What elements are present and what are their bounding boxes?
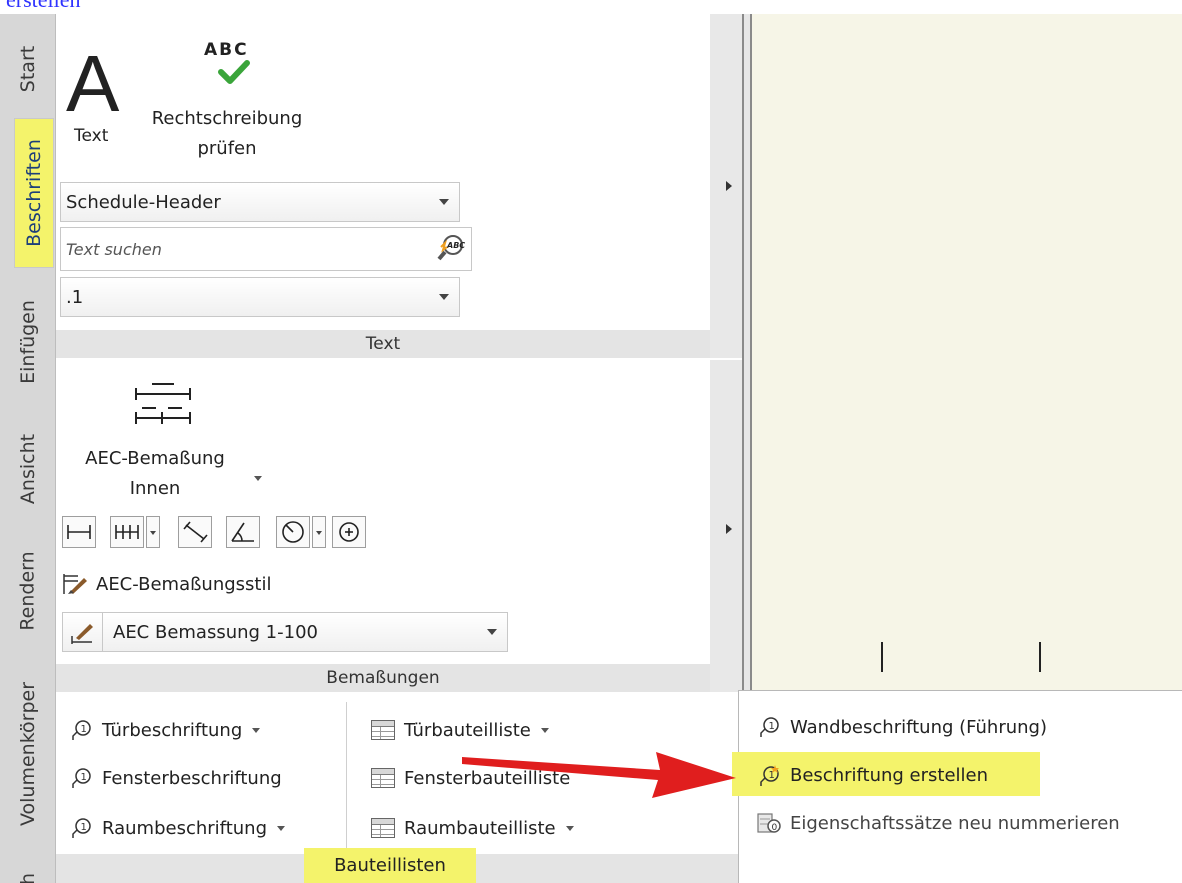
svg-text:1: 1 — [769, 721, 775, 732]
door-tag-button[interactable]: 1 Türbeschriftung — [68, 714, 261, 746]
aec-dimension-style-button[interactable]: AEC-Bemaßungsstil — [62, 568, 272, 600]
baseline-dimension-button[interactable] — [110, 516, 144, 548]
aligned-dimension-button[interactable] — [178, 516, 212, 548]
chevron-down-icon — [565, 825, 574, 831]
aec-dimension-button[interactable]: AEC-Bemaßung Innen — [70, 374, 270, 504]
dimension-panel-title: Bemaßungen — [56, 664, 710, 692]
tab-volumenkoerper[interactable]: Volumenkörper — [0, 654, 56, 854]
window-tag-label: Fensterbeschriftung — [102, 767, 282, 789]
dimension-style-combo[interactable]: AEC Bemassung 1-100 — [62, 612, 508, 652]
door-schedule-label: Türbauteilliste — [404, 719, 531, 741]
door-tag-label: Türbeschriftung — [102, 719, 243, 741]
spell-abc-icon: ABC — [204, 40, 249, 60]
chevron-down-icon — [439, 294, 449, 300]
tab-start[interactable]: Start — [0, 24, 56, 114]
spellcheck-label: Rechtschreibung prüfen — [151, 108, 303, 159]
room-schedule-label: Raumbauteilliste — [404, 817, 556, 839]
checkmark-icon — [218, 60, 250, 84]
baseline-dimension-icon — [115, 525, 139, 539]
tag-icon: 1 — [756, 715, 782, 739]
table-icon — [370, 766, 396, 790]
aligned-dimension-icon — [183, 521, 208, 543]
dimension-chain-icon — [135, 383, 191, 424]
table-icon — [370, 816, 396, 840]
tag-icon: 1 — [68, 816, 94, 840]
aec-dimension-label: AEC-Bemaßung Innen — [85, 448, 225, 499]
chevron-down-icon — [254, 476, 262, 481]
renumber-icon: 0 — [756, 811, 782, 835]
angular-dimension-button[interactable] — [226, 516, 260, 548]
ribbon-splitter[interactable] — [742, 14, 752, 690]
dimension-panel-expand-arrow[interactable] — [726, 524, 732, 534]
text-search-input[interactable]: Text suchen ABC — [60, 227, 472, 271]
svg-text:0: 0 — [772, 823, 778, 833]
create-tag-icon: 1 — [756, 763, 782, 787]
room-tag-button[interactable]: 1 Raumbeschriftung — [68, 812, 285, 844]
text-height-value: .1 — [66, 286, 84, 308]
tab-rendern[interactable]: Rendern — [0, 536, 56, 646]
ribbon-tab-strip: Start Beschriften Einfügen Ansicht Rende… — [0, 14, 56, 883]
schedule-panel-title[interactable]: Bauteillisten — [304, 848, 476, 883]
svg-text:ABC: ABC — [446, 241, 465, 250]
linear-dimension-icon — [67, 525, 91, 539]
baseline-dimension-dropdown[interactable] — [146, 516, 160, 548]
linear-dimension-button[interactable] — [62, 516, 96, 548]
radius-dimension-icon — [282, 521, 304, 543]
svg-text:1: 1 — [81, 822, 87, 833]
renumber-property-sets-button[interactable]: 0 Eigenschaftssätze neu nummerieren — [756, 806, 1120, 840]
radius-dimension-button[interactable] — [276, 516, 310, 548]
create-tag-button[interactable]: 1 Beschriftung erstellen — [756, 758, 988, 792]
tab-ansicht[interactable]: Ansicht — [0, 414, 56, 524]
text-big-a-icon: A — [66, 39, 120, 128]
svg-text:1: 1 — [81, 724, 87, 735]
dimension-style-combo-icon — [63, 613, 103, 651]
angular-dimension-icon — [231, 522, 254, 542]
text-search-placeholder: Text suchen — [66, 239, 162, 259]
center-mark-button[interactable] — [332, 516, 366, 548]
spell-search-icon[interactable]: ABC — [437, 234, 465, 262]
text-button-label: Text — [74, 126, 109, 146]
svg-text:1: 1 — [81, 772, 87, 783]
wall-tag-leader-label: Wandbeschriftung (Führung) — [790, 716, 1048, 738]
text-button[interactable]: A Text — [62, 44, 128, 154]
tag-icon: 1 — [68, 718, 94, 742]
window-tag-button[interactable]: 1 Fensterbeschriftung — [68, 762, 282, 794]
center-mark-icon — [339, 522, 359, 542]
canvas-tick — [1039, 642, 1041, 672]
text-style-value: Schedule-Header — [66, 191, 221, 213]
tab-more[interactable]: h — [0, 860, 56, 883]
chevron-down-icon — [277, 825, 285, 831]
tab-einfuegen[interactable]: Einfügen — [0, 282, 56, 402]
canvas-tick — [881, 642, 883, 672]
table-icon — [370, 718, 396, 742]
text-height-combo[interactable]: .1 — [60, 277, 460, 317]
chevron-down-icon — [540, 727, 549, 733]
text-panel-expand-arrow[interactable] — [726, 181, 732, 191]
tag-icon: 1 — [68, 766, 94, 790]
header-link[interactable]: erstellen — [6, 0, 81, 13]
room-tag-label: Raumbeschriftung — [102, 817, 267, 839]
dimension-style-brush-icon — [62, 572, 88, 596]
chevron-down-icon — [252, 727, 261, 733]
red-arrow-icon — [462, 752, 736, 798]
wall-tag-leader-button[interactable]: 1 Wandbeschriftung (Führung) — [756, 710, 1047, 744]
spellcheck-button[interactable]: ABC Rechtschreibung prüfen — [132, 36, 332, 166]
chevron-down-icon — [487, 629, 497, 635]
chevron-down-icon — [439, 199, 449, 205]
text-panel-title: Text — [56, 330, 710, 358]
radius-dimension-dropdown[interactable] — [312, 516, 326, 548]
create-tag-label: Beschriftung erstellen — [790, 764, 989, 786]
tab-beschriften[interactable]: Beschriften — [14, 118, 54, 268]
drawing-canvas[interactable] — [752, 14, 1182, 690]
aec-dimension-style-label: AEC-Bemaßungsstil — [96, 573, 272, 595]
text-style-combo[interactable]: Schedule-Header — [60, 182, 460, 222]
schedule-divider — [346, 702, 347, 848]
room-schedule-button[interactable]: Raumbauteilliste — [370, 812, 574, 844]
renumber-property-sets-label: Eigenschaftssätze neu nummerieren — [790, 812, 1120, 834]
dimension-style-value: AEC Bemassung 1-100 — [113, 621, 318, 643]
